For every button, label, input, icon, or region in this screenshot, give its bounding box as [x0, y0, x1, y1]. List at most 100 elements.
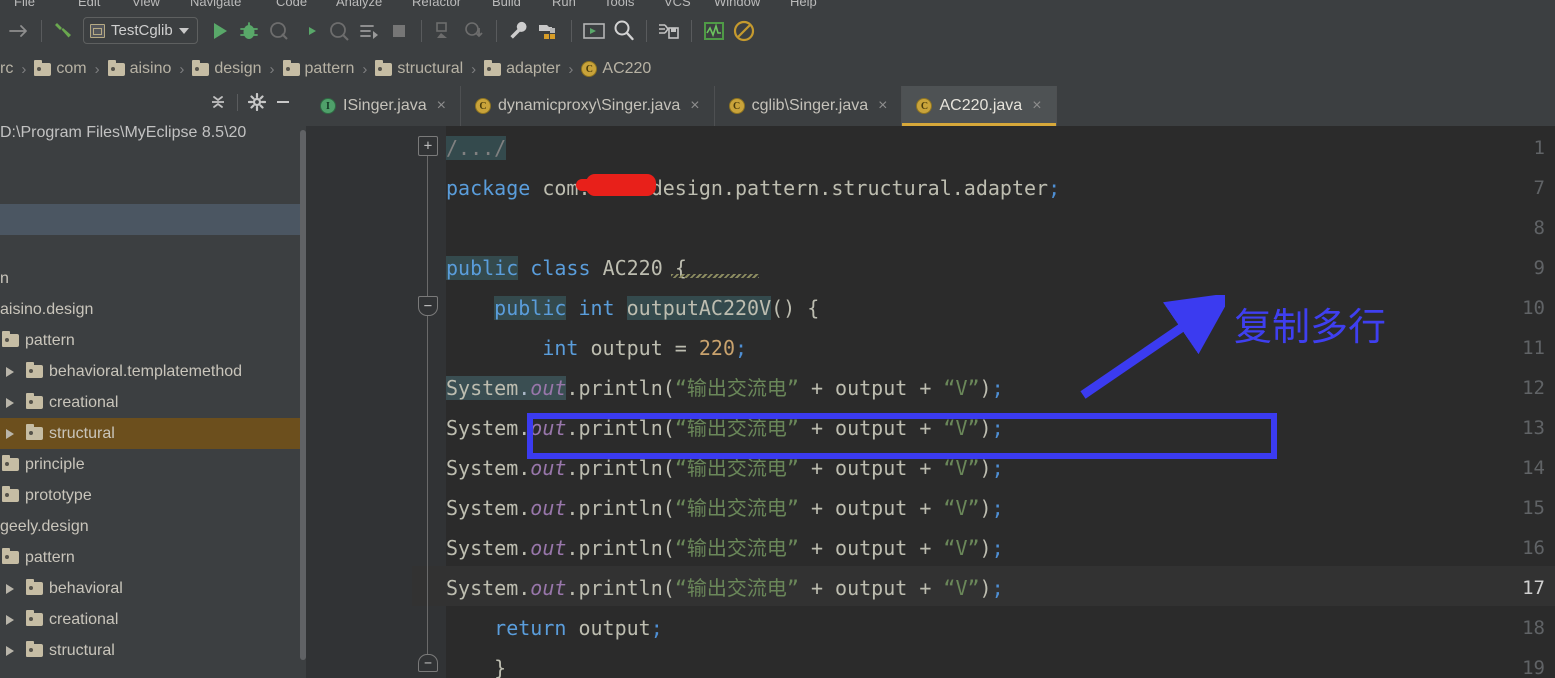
menu-bar-sliver[interactable]: File Edit View Navigate Code Analyze Ref… — [0, 0, 1555, 9]
chevron-right-icon[interactable] — [6, 428, 14, 439]
close-icon[interactable]: × — [1032, 97, 1041, 115]
tab-dynamicproxy-singer-java[interactable]: C dynamicproxy\Singer.java × — [461, 86, 715, 126]
tree-item-principle[interactable]: principle — [0, 449, 306, 480]
menu-item-window[interactable]: Window — [714, 0, 760, 9]
sync-down-icon[interactable] — [459, 16, 489, 46]
code-line-16[interactable]: System.out.println(“输出交流电” + output + “V… — [446, 528, 1004, 568]
menu-item-navigate[interactable]: Navigate — [190, 0, 241, 9]
variable-output: output — [835, 536, 908, 560]
breadcrumb-item-adapter[interactable]: adapter — [484, 59, 560, 78]
gear-icon[interactable] — [244, 89, 270, 115]
folded-comment[interactable]: /.../ — [446, 136, 507, 160]
project-structure-icon[interactable] — [534, 16, 564, 46]
fold-collapse-icon[interactable]: − — [418, 296, 438, 316]
menu-item-build[interactable]: Build — [492, 0, 521, 9]
chevron-right-icon[interactable] — [6, 366, 14, 377]
menu-item-help[interactable]: Help — [790, 0, 817, 9]
menu-item-analyze[interactable]: Analyze — [336, 0, 382, 9]
menu-item-vcs[interactable]: VCS — [664, 0, 691, 9]
package-path-post: o.design.pattern.structural.adapter — [626, 176, 1049, 200]
code-line-13[interactable]: System.out.println(“输出交流电” + output + “V… — [446, 408, 1004, 448]
close-icon[interactable]: × — [878, 97, 887, 115]
code-line-14[interactable]: System.out.println(“输出交流电” + output + “V… — [446, 448, 1004, 488]
stop-icon[interactable] — [384, 16, 414, 46]
tree-item-creational[interactable]: creational — [0, 387, 306, 418]
tree-item-structural-2[interactable]: structural — [0, 635, 306, 666]
chevron-right-icon[interactable] — [6, 614, 14, 625]
breadcrumb-item-rc[interactable]: rc — [0, 60, 13, 78]
println-call: println — [578, 456, 663, 480]
menu-item-tools[interactable]: Tools — [604, 0, 634, 9]
tree-item-prototype[interactable]: prototype — [0, 480, 306, 511]
monitor-icon[interactable] — [699, 16, 729, 46]
line-number-gutter[interactable] — [306, 126, 412, 678]
tree-item-n[interactable]: n — [0, 263, 306, 294]
run-configuration-selector[interactable]: TestCglib — [83, 17, 198, 44]
line-number: 9 — [1533, 257, 1545, 279]
code-line-1[interactable]: /.../ — [446, 128, 507, 168]
menu-item-refactor[interactable]: Refactor — [412, 0, 461, 9]
tree-item-pattern-2[interactable]: pattern — [0, 542, 306, 573]
forward-arrow-icon[interactable] — [4, 16, 34, 46]
interface-icon: I — [320, 98, 336, 114]
tree-item-structural-selected[interactable]: structural — [0, 418, 306, 449]
code-editor[interactable]: 1 7 8 9 10 11 12 13 14 15 16 17 18 19 + … — [306, 126, 1555, 678]
menu-item-run[interactable]: Run — [552, 0, 576, 9]
chevron-right-icon[interactable] — [6, 583, 14, 594]
update-app-icon[interactable] — [429, 16, 459, 46]
breadcrumb-item-aisino[interactable]: aisino — [107, 59, 171, 78]
code-line-12[interactable]: System.out.println(“输出交流电” + output + “V… — [446, 368, 1004, 408]
menu-item-view[interactable]: View — [132, 0, 160, 9]
chevron-right-icon[interactable] — [6, 397, 14, 408]
close-icon[interactable]: × — [690, 97, 699, 115]
breadcrumb-item-structural[interactable]: structural — [375, 59, 463, 78]
collapse-all-icon[interactable] — [205, 89, 231, 115]
tab-isinger-java[interactable]: I ISinger.java × — [306, 86, 461, 126]
code-line-9[interactable]: public class AC220 { — [446, 248, 687, 288]
code-line-15[interactable]: System.out.println(“输出交流电” + output + “V… — [446, 488, 1004, 528]
menu-item-edit[interactable]: Edit — [78, 0, 100, 9]
build-hammer-icon[interactable] — [49, 16, 79, 46]
tree-item-geely-design[interactable]: geely.design — [0, 511, 306, 542]
fold-expand-icon[interactable]: + — [418, 136, 438, 156]
tab-cglib-singer-java[interactable]: C cglib\Singer.java × — [715, 86, 903, 126]
run-dashboard-icon[interactable] — [354, 16, 384, 46]
run-icon[interactable] — [204, 16, 234, 46]
debug-icon[interactable] — [234, 16, 264, 46]
debug-attach-icon[interactable] — [294, 16, 324, 46]
run-with-coverage-icon[interactable] — [264, 16, 294, 46]
breadcrumb-item-ac220[interactable]: C AC220 — [581, 60, 651, 78]
tree-item-label: aisino.design — [0, 300, 94, 318]
fold-end-icon[interactable]: − — [418, 654, 438, 672]
breadcrumb-separator: › — [21, 60, 27, 78]
profile-icon[interactable] — [324, 16, 354, 46]
save-all-icon[interactable] — [654, 16, 684, 46]
breadcrumb-item-pattern[interactable]: pattern — [282, 59, 354, 78]
settings-wrench-icon[interactable] — [504, 16, 534, 46]
console-icon[interactable] — [579, 16, 609, 46]
tree-item-aisino-design[interactable]: aisino.design — [0, 294, 306, 325]
tree-item-pattern[interactable]: pattern — [0, 325, 306, 356]
close-icon[interactable]: × — [437, 97, 446, 115]
sidebar-highlight-row[interactable] — [0, 204, 306, 235]
breadcrumb-item-com[interactable]: com — [34, 59, 87, 78]
menu-item-file[interactable]: File — [14, 0, 35, 9]
chevron-right-icon[interactable] — [6, 645, 14, 656]
code-line-17[interactable]: System.out.println(“输出交流电” + output + “V… — [446, 568, 1004, 608]
code-line-7[interactable]: package com.aiso.design.pattern.structur… — [446, 168, 1060, 208]
tree-item-creational-2[interactable]: creational — [0, 604, 306, 635]
tree-item-label: behavioral.templatemethod — [49, 362, 243, 380]
menu-item-code[interactable]: Code — [276, 0, 307, 9]
hide-panel-icon[interactable] — [270, 89, 296, 115]
code-line-10[interactable]: public int outputAC220V() { — [446, 288, 819, 328]
tree-item-behavioral-templatemethod[interactable]: behavioral.templatemethod — [0, 356, 306, 387]
code-line-19[interactable]: } — [446, 648, 506, 678]
tab-ac220-java[interactable]: C AC220.java × — [902, 86, 1057, 126]
search-icon[interactable] — [609, 16, 639, 46]
tree-item-behavioral[interactable]: behavioral — [0, 573, 306, 604]
code-line-11[interactable]: int output = 220; — [446, 328, 747, 368]
breadcrumb-item-design[interactable]: design — [192, 59, 262, 78]
chevron-down-icon[interactable] — [178, 27, 189, 34]
no-entry-icon[interactable] — [729, 16, 759, 46]
code-line-18[interactable]: return output; — [446, 608, 663, 648]
